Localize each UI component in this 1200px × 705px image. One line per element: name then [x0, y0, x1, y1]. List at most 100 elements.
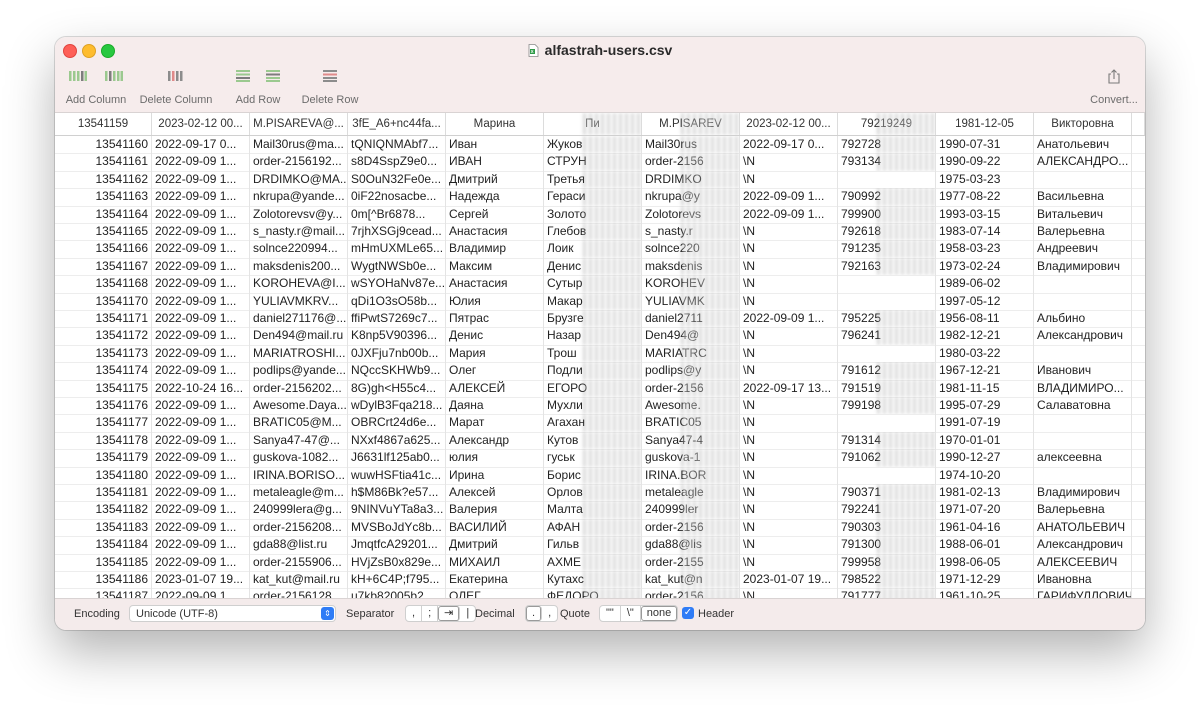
table-cell[interactable]: \N	[740, 431, 838, 450]
table-cell[interactable]: 240999ler	[642, 501, 740, 519]
table-cell[interactable]: АХМЕ	[544, 553, 642, 571]
table-cell[interactable]: 13541182	[55, 501, 152, 519]
table-cell[interactable]: \N	[740, 292, 838, 310]
table-cell[interactable]: 2022-10-24 16...	[152, 379, 250, 397]
table-cell[interactable]: 1956-08-11	[936, 310, 1034, 328]
table-cell[interactable]: 791314	[838, 431, 936, 450]
table-cell[interactable]: 2022-09-09 1...	[152, 484, 250, 502]
quote-option[interactable]: ""	[600, 606, 621, 621]
table-cell[interactable]: \N	[740, 553, 838, 571]
column-header[interactable]: Марина	[446, 113, 544, 135]
table-cell[interactable]: daniel271176@...	[250, 310, 348, 328]
table-cell[interactable]: Подли	[544, 362, 642, 380]
table-cell[interactable]: Валерьевна	[1034, 223, 1132, 241]
table-cell[interactable]: 2022-09-09 1...	[152, 414, 250, 432]
table-cell[interactable]	[838, 414, 936, 432]
table-cell[interactable]: 1973-02-24	[936, 257, 1034, 276]
table-cell[interactable]: NXxf4867a625...	[348, 431, 446, 450]
table-cell[interactable]: Валерьевна	[1034, 501, 1132, 519]
table-cell[interactable]: \N	[740, 536, 838, 554]
table-cell[interactable]: kat_kut@mail.ru	[250, 571, 348, 589]
table-cell[interactable]: 799198	[838, 397, 936, 415]
table-cell[interactable]: Иванович	[1034, 362, 1132, 380]
table-cell[interactable]: \N	[740, 397, 838, 415]
table-cell[interactable]: h$M86Bk?e57...	[348, 484, 446, 502]
table-cell[interactable]: 13541165	[55, 223, 152, 241]
table-cell[interactable]: 792163	[838, 257, 936, 276]
table-row[interactable]: 13541168 2022-09-09 1... KOROHEVA@I... wSYO…	[55, 275, 1145, 294]
table-cell[interactable]: 13541160	[55, 136, 152, 154]
separator-option[interactable]: ⇥	[438, 606, 461, 621]
table-cell[interactable]: 13541176	[55, 397, 152, 415]
column-header[interactable]: M.PISAREV	[642, 113, 740, 135]
table-cell[interactable]: podlips@y	[642, 362, 740, 380]
table-cell[interactable]: 792618	[838, 223, 936, 241]
table-cell[interactable]: DRDIMKO@MA...	[250, 170, 348, 189]
table-cell[interactable]: АФАН	[544, 518, 642, 537]
table-cell[interactable]: 1971-07-20	[936, 501, 1034, 519]
table-row[interactable]: 13541171 2022-09-09 1... daniel271176@... f…	[55, 310, 1145, 329]
table-cell[interactable]: Мухли	[544, 397, 642, 415]
table-cell[interactable]: АЛЕКСЕЕВИЧ	[1034, 553, 1132, 571]
table-cell[interactable]: 2022-09-09 1...	[152, 153, 250, 171]
table-cell[interactable]	[1034, 344, 1132, 363]
table-cell[interactable]: 13541170	[55, 292, 152, 310]
table-cell[interactable]	[838, 344, 936, 363]
table-cell[interactable]: 13541162	[55, 170, 152, 189]
table-cell[interactable]: Даяна	[446, 397, 544, 415]
table-cell[interactable]: 1997-05-12	[936, 292, 1034, 310]
table-cell[interactable]: ВЛАДИМИРО...	[1034, 379, 1132, 397]
convert-button[interactable]: Convert...	[1085, 67, 1143, 106]
table-cell[interactable]: guskova-1	[642, 449, 740, 467]
table-cell[interactable]: 2022-09-09 1...	[152, 292, 250, 310]
table-cell[interactable]: order-2156	[642, 379, 740, 397]
table-cell[interactable]: s_nasty.r	[642, 223, 740, 241]
table-cell[interactable]: 2023-01-07 19...	[740, 571, 838, 589]
table-cell[interactable]: 13541180	[55, 466, 152, 484]
table-cell[interactable]: \N	[740, 275, 838, 293]
table-cell[interactable]: 1975-03-23	[936, 170, 1034, 189]
table-cell[interactable]: \N	[740, 344, 838, 363]
table-cell[interactable]: 791612	[838, 362, 936, 380]
table-cell[interactable]: MVSBoJdYc8b...	[348, 518, 446, 537]
table-cell[interactable]: 0iF22nosacbe...	[348, 188, 446, 206]
table-cell[interactable]: ffiPwtS7269c7...	[348, 310, 446, 328]
table-cell[interactable]: NQccSKHWb9...	[348, 362, 446, 380]
column-header[interactable]: 2023-02-12 00...	[740, 113, 838, 135]
table-cell[interactable]: DRDIMKO	[642, 170, 740, 189]
table-cell[interactable]: АЛЕКСЕЙ	[446, 379, 544, 397]
table-cell[interactable]: \N	[740, 362, 838, 380]
table-cell[interactable]: order-2156208...	[250, 518, 348, 537]
table-cell[interactable]: Альбино	[1034, 310, 1132, 328]
table-cell[interactable]: Александрович	[1034, 327, 1132, 345]
table-cell[interactable]: MARIATRC	[642, 344, 740, 363]
table-row[interactable]: 13541183 2022-09-09 1... order-2156208... M…	[55, 518, 1145, 538]
table-cell[interactable]: 2022-09-09 1...	[152, 327, 250, 345]
table-cell[interactable]	[1034, 170, 1132, 189]
table-cell[interactable]: wDylB3Fqa218...	[348, 397, 446, 415]
table-cell[interactable]: 13541166	[55, 240, 152, 258]
table-cell[interactable]: 1981-02-13	[936, 484, 1034, 502]
header-checkbox[interactable]: ✓	[682, 607, 694, 619]
table-cell[interactable]: BRATIC05	[642, 414, 740, 432]
table-row[interactable]: 13541170 2022-09-09 1... YULIAVMKRV... qDi1…	[55, 292, 1145, 311]
table-cell[interactable]: 792728	[838, 136, 936, 154]
table-cell[interactable]: \N	[740, 588, 838, 598]
table-row[interactable]: 13541184 2022-09-09 1... gda88@list.ru Jmqt…	[55, 536, 1145, 555]
table-cell[interactable]: 2022-09-09 1...	[152, 344, 250, 363]
table-cell[interactable]: Александрович	[1034, 536, 1132, 554]
table-cell[interactable]: 13541178	[55, 431, 152, 450]
table-cell[interactable]: 1989-06-02	[936, 275, 1034, 293]
table-cell[interactable]: qDi1O3sO58b...	[348, 292, 446, 310]
table-row[interactable]: 13541176 2022-09-09 1... Awesome.Daya... wD…	[55, 397, 1145, 416]
table-row[interactable]: 13541179 2022-09-09 1... guskova-1082... J6…	[55, 449, 1145, 468]
table-cell[interactable]: 1995-07-29	[936, 397, 1034, 415]
table-cell[interactable]: Иван	[446, 136, 544, 154]
table-cell[interactable]: Sanya47-47@...	[250, 431, 348, 450]
table-cell[interactable]: ОЛЕГ	[446, 588, 544, 598]
table-cell[interactable]	[1034, 431, 1132, 450]
table-cell[interactable]: gda88@lis	[642, 536, 740, 554]
table-cell[interactable]: \N	[740, 501, 838, 519]
table-cell[interactable]	[1034, 275, 1132, 293]
table-cell[interactable]: nkrupa@y	[642, 188, 740, 206]
